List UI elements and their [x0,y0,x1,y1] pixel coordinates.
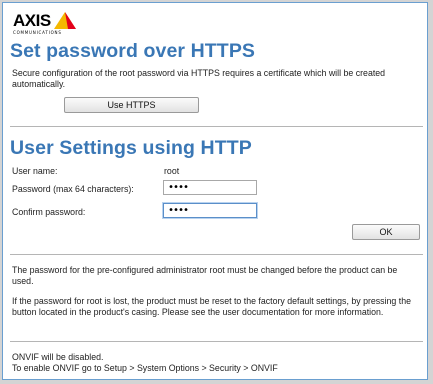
axis-triangle-icon [54,12,76,29]
use-https-button[interactable]: Use HTTPS [64,97,199,113]
confirm-password-label: Confirm password: [12,207,86,217]
confirm-password-field[interactable]: •••• [163,203,257,218]
brand-name: AXIS [13,11,51,30]
https-description: Secure configuration of the root passwor… [12,68,386,89]
section-divider [10,254,423,255]
change-password-note: The password for the pre-configured admi… [12,265,398,286]
password-setup-panel: AXIS COMMUNICATIONS Set password over HT… [2,2,428,380]
section-divider [10,341,423,342]
axis-logo: AXIS COMMUNICATIONS [13,12,83,38]
username-value: root [164,166,180,176]
reset-info-note: If the password for root is lost, the pr… [12,296,411,317]
onvif-disabled-note: ONVIF will be disabled. [12,352,104,362]
brand-subtitle: COMMUNICATIONS [13,30,62,35]
ok-button[interactable]: OK [352,224,420,240]
https-section-title: Set password over HTTPS [10,40,256,62]
username-label: User name: [12,166,58,176]
password-label: Password (max 64 characters): [12,184,134,194]
http-section-title: User Settings using HTTP [10,137,252,159]
password-field[interactable]: •••• [163,180,257,195]
section-divider [10,126,423,127]
onvif-enable-instructions: To enable ONVIF go to Setup > System Opt… [12,363,278,373]
